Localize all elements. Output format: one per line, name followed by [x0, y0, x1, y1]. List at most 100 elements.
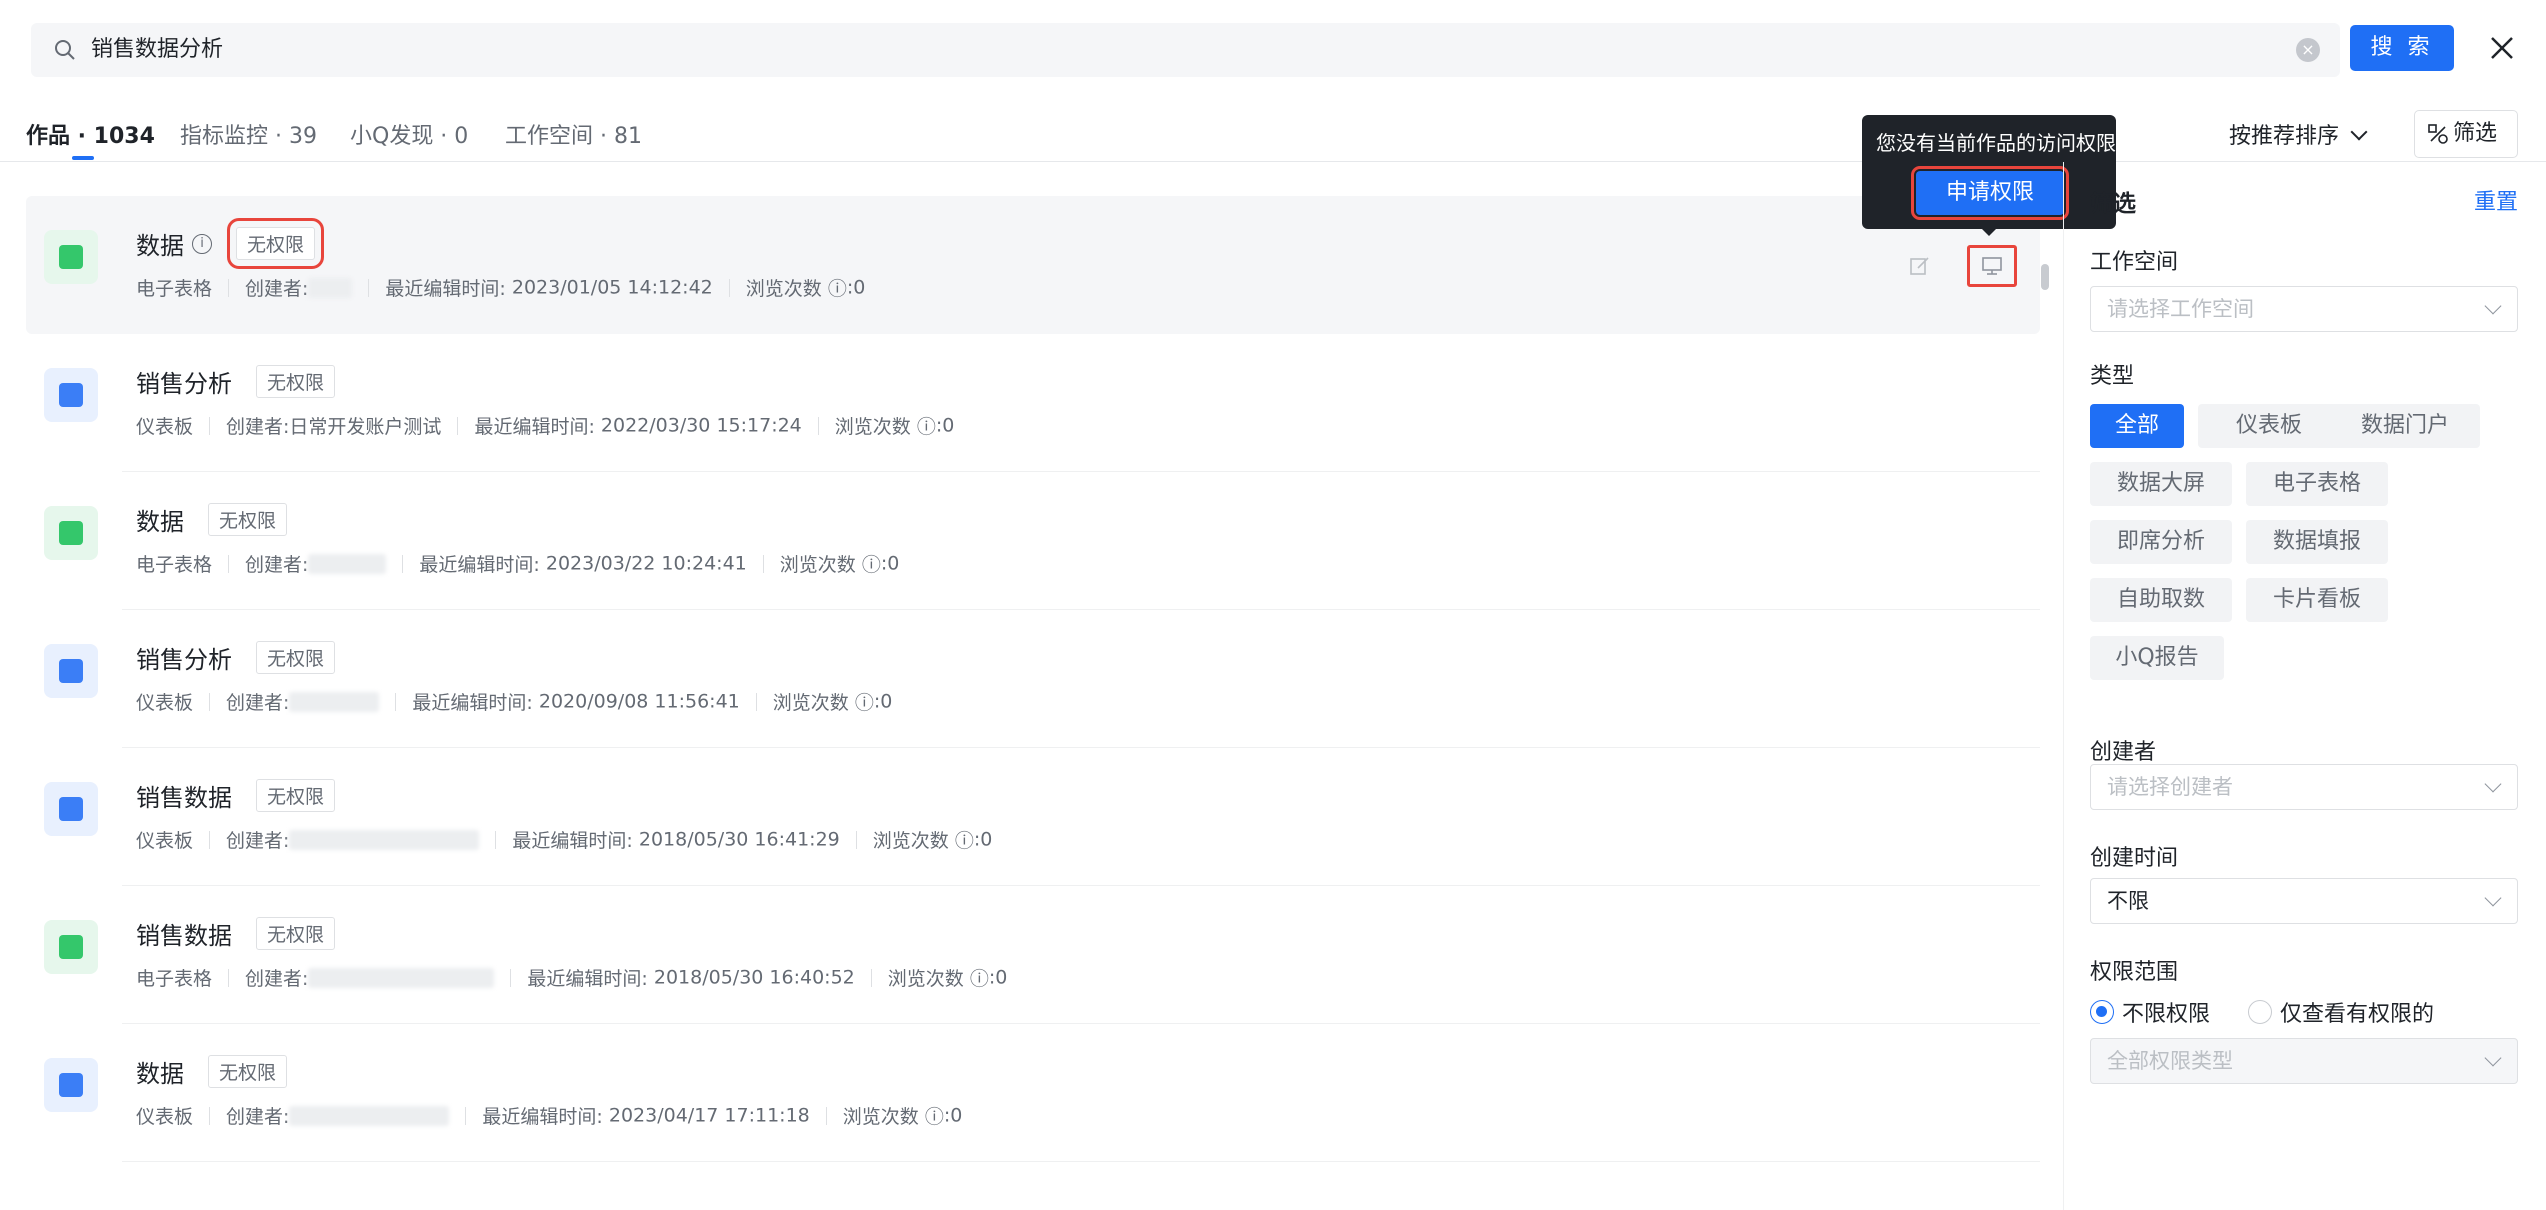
item-title[interactable]: 销售分析	[136, 646, 232, 674]
tab-workspace[interactable]: 工作空间 · 81	[505, 118, 642, 150]
monitor-icon	[1982, 257, 2002, 275]
list-item[interactable]: 销售分析 无权限 仪表板 创建者:日常开发账户测试 最近编辑时间: 2022/03/3…	[26, 334, 2040, 472]
dashboard-icon	[44, 644, 98, 698]
list-item[interactable]: 销售数据 无权限 电子表格 创建者: 最近编辑时间: 2018/05/30 16:40…	[26, 886, 2040, 1024]
item-type: 电子表格	[136, 968, 213, 990]
search-bar[interactable]: 销售数据分析 ×	[31, 23, 2340, 77]
edit-time: 2023/04/17 17:11:18	[608, 1104, 810, 1127]
item-title[interactable]: 数据	[136, 232, 184, 260]
list-item[interactable]: 数据 无权限 仪表板 创建者: 最近编辑时间: 2023/04/17 17:11:18…	[26, 1024, 2040, 1162]
radio-only-permitted[interactable]	[2248, 1000, 2273, 1024]
views-label: 浏览次数	[887, 968, 964, 990]
chevron-down-icon	[2484, 1049, 2502, 1067]
reset-link[interactable]: 重置	[2474, 184, 2518, 216]
no-permission-badge: 无权限	[256, 917, 336, 950]
spreadsheet-icon	[44, 920, 98, 974]
type-chip-self-service[interactable]: 自助取数	[2090, 578, 2232, 622]
chevron-down-icon	[2484, 889, 2502, 907]
item-title[interactable]: 销售分析	[136, 370, 232, 398]
search-icon	[55, 40, 75, 60]
list-item[interactable]: 销售数据 无权限 仪表板 创建者: 最近编辑时间: 2018/05/30 16:41:…	[26, 748, 2040, 886]
request-permission-button[interactable]: 申请权限	[1911, 166, 2069, 220]
permission-type-select[interactable]: 全部权限类型	[2090, 1038, 2518, 1084]
edit-time-label: 最近编辑时间:	[385, 278, 506, 300]
type-chip-xiaoq-report[interactable]: 小Q报告	[2090, 636, 2224, 680]
no-permission-badge: 无权限	[256, 779, 336, 812]
creator-redacted	[308, 967, 495, 988]
tab-works[interactable]: 作品 · 1034	[26, 118, 155, 150]
panel-divider	[2063, 162, 2064, 1210]
no-permission-badge: 无权限	[226, 218, 325, 269]
item-title[interactable]: 销售数据	[136, 784, 232, 812]
info-icon: i	[192, 233, 212, 254]
workspace-placeholder: 请选择工作空间	[2107, 297, 2254, 321]
edit-time: 2023/01/05 14:12:42	[511, 276, 713, 299]
creator-select[interactable]: 请选择创建者	[2090, 764, 2518, 810]
clear-search-icon[interactable]: ×	[2296, 38, 2320, 62]
edit-icon[interactable]	[1908, 254, 1932, 278]
item-title[interactable]: 数据	[136, 1060, 184, 1088]
dashboard-icon	[44, 782, 98, 836]
filter-button[interactable]: 筛选	[2414, 110, 2518, 158]
info-icon: ⓘ	[827, 278, 847, 300]
list-item[interactable]: 数据 i 无权限 电子表格 创建者: 最近编辑时间: 2023/01/05 14:12:…	[26, 196, 2040, 334]
edit-time-label: 最近编辑时间:	[527, 968, 648, 990]
views-label: 浏览次数	[834, 416, 911, 438]
permission-radio-group: 不限权限 仅查看有权限的	[2090, 996, 2472, 1028]
edit-time-label: 最近编辑时间:	[412, 692, 533, 714]
workspace-label: 工作空间	[2090, 250, 2179, 275]
edit-time: 2023/03/22 10:24:41	[545, 552, 747, 575]
creator-redacted	[308, 553, 387, 574]
filter-panel-title: 筛选	[2090, 191, 2136, 217]
list-item[interactable]: 销售分析 无权限 仪表板 创建者: 最近编辑时间: 2020/09/08 11:56:…	[26, 610, 2040, 748]
item-type: 电子表格	[136, 554, 213, 576]
type-chip-all[interactable]: 全部	[2090, 404, 2184, 448]
radio-any-permission[interactable]	[2090, 1000, 2114, 1024]
item-title[interactable]: 数据	[136, 508, 184, 536]
search-input[interactable]: 销售数据分析	[91, 23, 223, 77]
info-icon: ⓘ	[861, 554, 881, 576]
tooltip-text: 您没有当前作品的访问权限	[1876, 131, 2116, 155]
creator-redacted	[308, 277, 353, 298]
type-chip-big-screen[interactable]: 数据大屏	[2090, 462, 2232, 506]
creator-redacted	[289, 691, 380, 712]
item-title[interactable]: 销售数据	[136, 922, 232, 950]
edit-time: 2018/05/30 16:41:29	[638, 828, 840, 851]
item-meta: 仪表板 创建者: 最近编辑时间: 2018/05/30 16:41:29 浏览次数 ⓘ…	[136, 826, 992, 853]
search-button[interactable]: 搜 索	[2350, 25, 2454, 71]
type-chip-spreadsheet[interactable]: 电子表格	[2246, 462, 2388, 506]
info-icon: ⓘ	[969, 968, 989, 990]
edit-time: 2022/03/30 15:17:24	[600, 414, 802, 437]
edit-time-label: 最近编辑时间:	[419, 554, 540, 576]
close-icon[interactable]	[2482, 28, 2522, 68]
sort-label: 按推荐排序	[2229, 124, 2340, 149]
permission-tooltip: 您没有当前作品的访问权限 申请权限	[1862, 115, 2116, 236]
item-meta: 仪表板 创建者: 最近编辑时间: 2023/04/17 17:11:18 浏览次数 ⓘ…	[136, 1102, 962, 1129]
creator-label: 创建者:	[245, 278, 309, 300]
no-permission-badge: 无权限	[208, 503, 288, 536]
views-count: :0	[935, 414, 955, 437]
views-label: 浏览次数	[745, 278, 822, 300]
type-chip-dashboard[interactable]: 仪表板	[2198, 404, 2340, 448]
scrollbar-thumb[interactable]	[2041, 264, 2049, 290]
views-label: 浏览次数	[772, 692, 849, 714]
type-chip-card-board[interactable]: 卡片看板	[2246, 578, 2388, 622]
type-chip-data-portal[interactable]: 数据门户	[2330, 404, 2480, 448]
sort-dropdown[interactable]: 按推荐排序	[2229, 118, 2368, 150]
item-meta: 电子表格 创建者: 最近编辑时间: 2023/01/05 14:12:42 浏览次数 …	[136, 274, 865, 301]
filter-icon	[2428, 124, 2448, 144]
created-time-select[interactable]: 不限	[2090, 878, 2518, 924]
type-chip-data-fill[interactable]: 数据填报	[2246, 520, 2388, 564]
no-permission-badge: 无权限	[256, 365, 336, 398]
type-chip-adhoc-analysis[interactable]: 即席分析	[2090, 520, 2232, 564]
creator-redacted	[289, 1105, 450, 1126]
radio-label-any: 不限权限	[2122, 1002, 2211, 1027]
creator-label: 创建者:	[226, 1106, 290, 1128]
present-button[interactable]	[1967, 245, 2017, 287]
views-count: :0	[943, 1104, 963, 1127]
list-item[interactable]: 数据 无权限 电子表格 创建者: 最近编辑时间: 2023/03/22 10:24:4…	[26, 472, 2040, 610]
tab-xiaoq-discovery[interactable]: 小Q发现 · 0	[350, 118, 468, 150]
tab-metric-monitor[interactable]: 指标监控 · 39	[180, 118, 317, 150]
edit-time-label: 最近编辑时间:	[512, 830, 633, 852]
workspace-select[interactable]: 请选择工作空间	[2090, 286, 2518, 332]
